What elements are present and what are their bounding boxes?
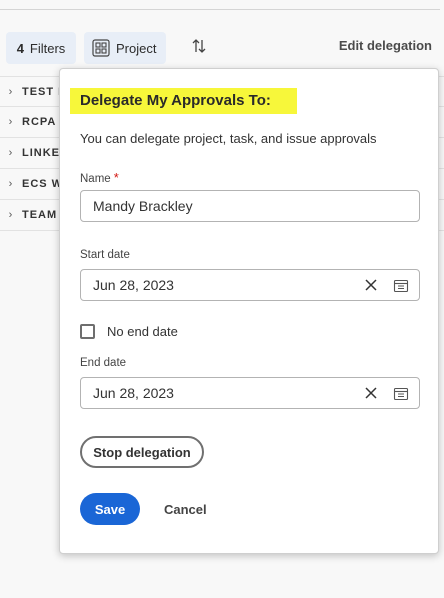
name-field[interactable]	[80, 190, 420, 222]
project-view-button[interactable]: Project	[84, 32, 166, 64]
cancel-button[interactable]: Cancel	[164, 493, 207, 525]
calendar-icon[interactable]	[393, 278, 409, 294]
popover-title: Delegate My Approvals To:	[80, 92, 271, 109]
list-item-label: TEST I	[22, 85, 63, 98]
end-date-field[interactable]	[80, 377, 420, 409]
top-divider	[0, 9, 440, 10]
delegation-popover: Delegate My Approvals To: You can delega…	[59, 68, 439, 554]
list-item-label: TEAM	[22, 209, 58, 221]
end-date-label: End date	[80, 357, 127, 369]
close-icon[interactable]	[363, 385, 379, 401]
chevron-right-icon[interactable]: ›	[0, 178, 22, 190]
chevron-right-icon[interactable]: ›	[0, 209, 22, 221]
save-button[interactable]: Save	[80, 493, 140, 525]
filters-button[interactable]: 4 Filters	[6, 32, 76, 64]
no-end-date-checkbox[interactable]	[80, 324, 95, 339]
grid-layout-icon	[92, 39, 110, 57]
no-end-date-row[interactable]: No end date	[80, 324, 178, 339]
filters-label: Filters	[29, 40, 66, 56]
close-icon[interactable]	[363, 277, 379, 293]
chevron-right-icon[interactable]: ›	[0, 147, 22, 159]
chevron-right-icon[interactable]: ›	[0, 116, 22, 128]
required-marker: *	[113, 170, 119, 185]
stop-delegation-button[interactable]: Stop delegation	[80, 436, 204, 468]
chevron-right-icon[interactable]: ›	[0, 86, 22, 98]
edit-delegation-link[interactable]: Edit delegation	[322, 38, 432, 53]
project-label: Project	[116, 40, 157, 56]
name-input[interactable]	[93, 198, 333, 214]
list-item-label: ECS W	[22, 178, 64, 190]
no-end-date-label: No end date	[107, 324, 178, 339]
calendar-icon[interactable]	[393, 386, 409, 402]
popover-subtitle: You can delegate project, task, and issu…	[80, 131, 377, 146]
filters-count: 4	[16, 40, 24, 56]
sort-arrows-icon[interactable]	[190, 37, 208, 55]
end-date-input[interactable]	[93, 385, 333, 401]
name-label-text: Name	[80, 173, 111, 185]
start-date-input[interactable]	[93, 277, 333, 293]
list-item-label: LINKE	[22, 147, 60, 159]
start-date-field[interactable]	[80, 269, 420, 301]
name-field-label: Name *	[80, 170, 119, 185]
list-item-label: RCPA	[22, 116, 57, 128]
start-date-label: Start date	[80, 249, 130, 261]
title-highlight: Delegate My Approvals To:	[70, 88, 297, 114]
